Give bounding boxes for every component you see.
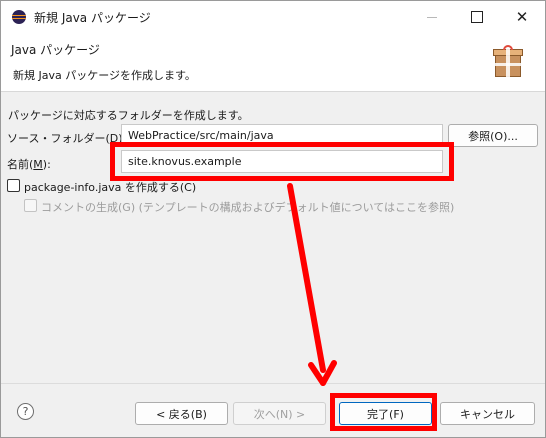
annotation-arrow <box>287 183 337 386</box>
